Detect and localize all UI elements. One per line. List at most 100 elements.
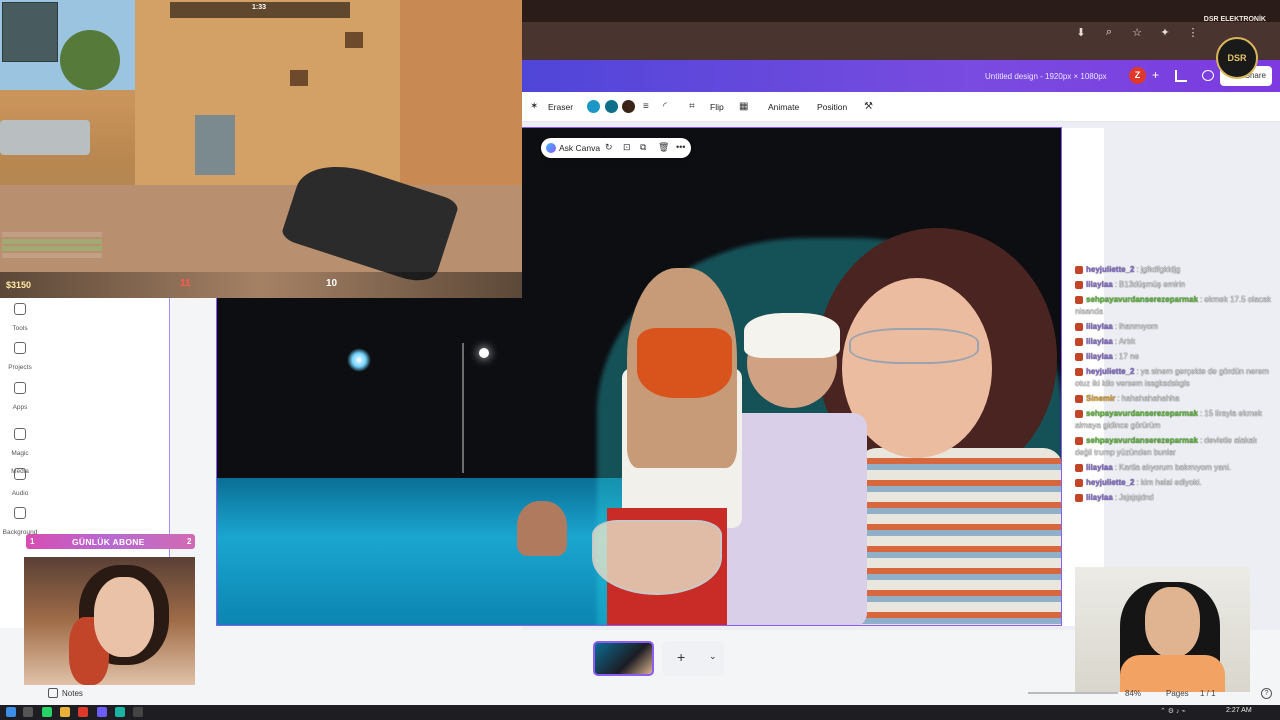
line-weight-icon[interactable]: ≡: [643, 101, 649, 112]
bandana: [637, 328, 732, 398]
sidebar-item-audio[interactable]: Audio: [2, 468, 38, 500]
design-title[interactable]: Untitled design - 1920px × 1080px: [985, 72, 1107, 81]
paint-format-icon[interactable]: ⚒: [864, 101, 873, 112]
subscriber-banner-label: GÜNLÜK ABONE: [72, 537, 145, 547]
crop-icon[interactable]: ⌗: [689, 101, 695, 112]
game-ammo: 10: [326, 278, 338, 289]
zoom-icon[interactable]: ⌕: [1102, 26, 1116, 39]
chat-text: hahahahahahha: [1121, 394, 1180, 403]
chat-username: lilaylaa: [1086, 337, 1113, 346]
game-wall-right: [400, 0, 522, 200]
discord-icon[interactable]: [97, 707, 107, 717]
page-count: 1 / 1: [1200, 689, 1216, 698]
chat-separator: :: [1114, 352, 1117, 361]
plus-icon: +: [677, 649, 686, 665]
chat-message: lilaylaa: Artık: [1075, 336, 1275, 348]
transparency-icon[interactable]: ▦: [739, 101, 748, 112]
chevron-down-icon[interactable]: ⌄: [709, 651, 717, 662]
chat-text: jglkdfgkldjg: [1140, 265, 1181, 274]
color-swatch-3[interactable]: [622, 100, 635, 113]
chat-separator: :: [1114, 493, 1117, 502]
sidebar-item-apps[interactable]: Apps: [2, 382, 38, 414]
chat-message: Sinemir: hahahahahahha: [1075, 393, 1275, 405]
lamp-pole: [462, 343, 464, 473]
feed-line: [2, 232, 102, 237]
sidebar-item-label: Projects: [8, 364, 32, 371]
rotate-icon[interactable]: ↻: [605, 142, 613, 153]
notes-button[interactable]: Notes: [62, 689, 83, 698]
insights-icon[interactable]: [1175, 70, 1187, 82]
file-explorer-icon[interactable]: [60, 707, 70, 717]
start-icon[interactable]: [6, 707, 16, 717]
chat-badge-icon: [1075, 295, 1083, 304]
browser-icon[interactable]: [78, 707, 88, 717]
position-button[interactable]: Position: [817, 102, 847, 112]
chat-separator: :: [1200, 436, 1203, 445]
panel-divider: [169, 298, 170, 558]
sidebar-item-tools[interactable]: Tools: [2, 303, 38, 335]
game-money: $3150: [6, 280, 32, 290]
chat-badge-icon: [1075, 280, 1083, 289]
corner-rounding-icon[interactable]: ◜: [663, 101, 667, 112]
chat-separator: :: [1117, 394, 1120, 403]
game-chat-feed: [2, 232, 102, 264]
mixing-bowl: [592, 520, 722, 595]
page-thumbnail[interactable]: [593, 641, 654, 676]
bookmark-star-icon[interactable]: ☆: [1130, 26, 1144, 39]
install-icon[interactable]: ⬇: [1074, 26, 1088, 39]
zoom-level[interactable]: 84%: [1125, 689, 1141, 698]
avatar[interactable]: Z: [1129, 67, 1146, 84]
palm-tree: [60, 30, 120, 90]
chat-message: sehpayavurdanserezeparmak: ekmek 17.5 ola…: [1075, 294, 1275, 318]
sparkle-icon[interactable]: ✶: [530, 101, 538, 112]
glasses: [849, 328, 979, 364]
chat-badge-icon: [1075, 394, 1083, 403]
woman-sweater: [857, 448, 1061, 625]
chat-message: lilaylaa:17 ne: [1075, 351, 1275, 363]
pool-light: [347, 348, 371, 372]
chat-username: Sinemir: [1086, 394, 1116, 403]
color-swatch-1[interactable]: [587, 100, 600, 113]
game-timer: 1:33: [252, 4, 267, 11]
duplicate-icon[interactable]: ⧉: [640, 142, 646, 153]
whatsapp-icon[interactable]: [42, 707, 52, 717]
pages-button[interactable]: Pages: [1166, 689, 1189, 698]
blindfold: [744, 313, 840, 358]
chat-message: lilaylaa: Jsjsjsjdnd: [1075, 492, 1275, 504]
flip-button[interactable]: Flip: [710, 102, 724, 112]
notes-icon[interactable]: [48, 688, 58, 698]
extensions-icon[interactable]: ✦: [1158, 26, 1172, 39]
animate-button[interactable]: Animate: [768, 102, 799, 112]
lock-icon[interactable]: ⊡: [623, 142, 631, 153]
ask-canva-icon[interactable]: [546, 143, 556, 153]
feed-line: [2, 246, 102, 251]
ask-canva-button[interactable]: Ask Canva: [559, 143, 600, 153]
app-icon[interactable]: [133, 707, 143, 717]
chat-username: lilaylaa: [1086, 493, 1113, 502]
chat-username: heyjuliette_2: [1086, 478, 1135, 487]
eraser-button[interactable]: Eraser: [548, 102, 573, 112]
system-tray-icons[interactable]: ⌃ ⚙ ♪ ⌁: [1160, 707, 1186, 715]
sidebar-item-label: Tools: [12, 325, 28, 332]
add-collaborator-button[interactable]: +: [1152, 68, 1159, 82]
more-options-icon[interactable]: •••: [676, 142, 685, 152]
menu-dots-icon[interactable]: ⋮: [1186, 26, 1200, 39]
chat-text: Kartla alıyorum bakmıyom yani.: [1118, 463, 1231, 472]
chat-message: lilaylaa: Kartla alıyorum bakmıyom yani.: [1075, 462, 1275, 474]
comment-icon[interactable]: [1202, 70, 1214, 81]
chat-username: sehpayavurdanserezeparmak: [1086, 436, 1199, 445]
cam-shirt: [1120, 655, 1225, 692]
search-icon[interactable]: [23, 707, 33, 717]
sidebar-item-projects[interactable]: Projects: [2, 342, 38, 374]
app-icon[interactable]: [115, 707, 125, 717]
pencil-icon: [14, 303, 26, 315]
cam-face: [94, 577, 154, 657]
chat-text: B13düşmüş emirin: [1118, 280, 1186, 289]
chat-separator: :: [1114, 280, 1117, 289]
browser-toolbar-icons: ⬇ ⌕ ☆ ✦ ⋮: [1074, 26, 1200, 39]
color-swatch-2[interactable]: [605, 100, 618, 113]
help-icon[interactable]: ?: [1261, 688, 1272, 699]
delete-icon[interactable]: 🗑: [658, 142, 669, 153]
chat-badge-icon: [1075, 367, 1083, 376]
zoom-slider[interactable]: [1028, 692, 1118, 694]
